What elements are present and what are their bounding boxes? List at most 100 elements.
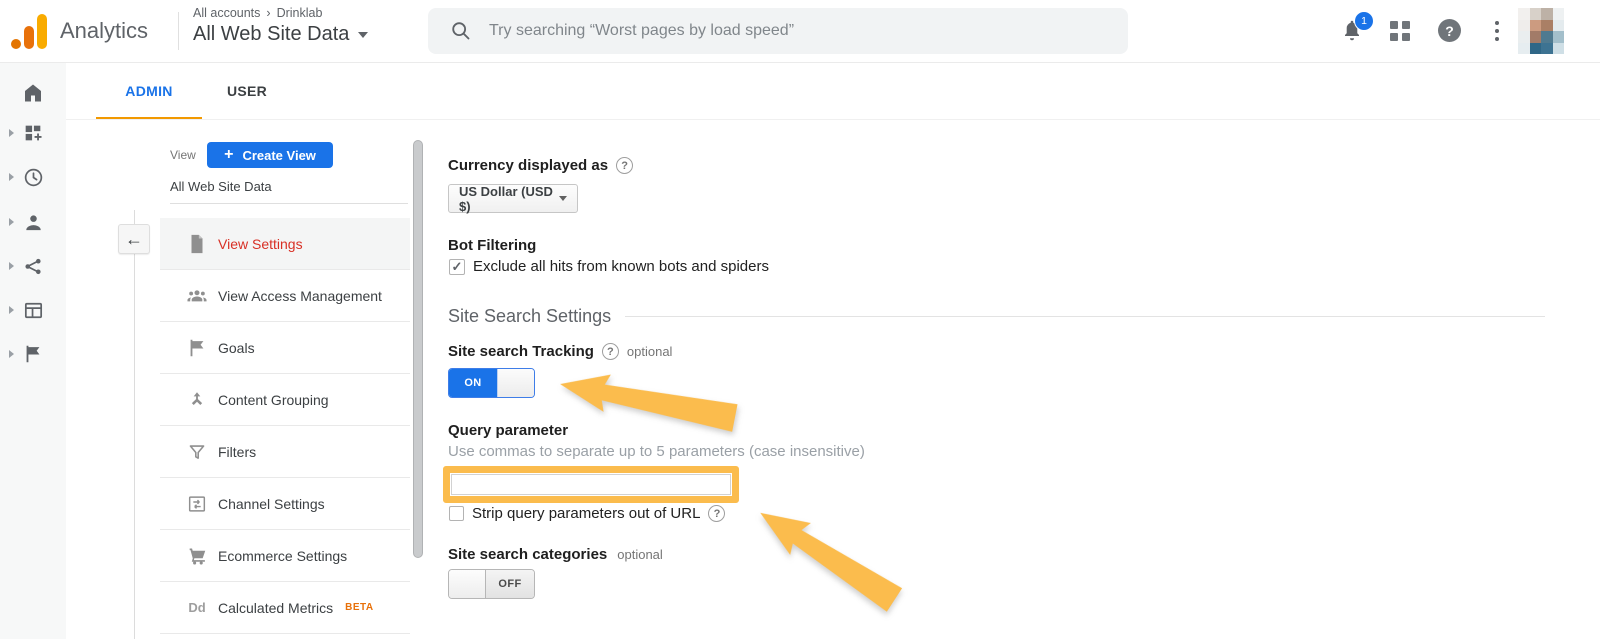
search-icon [450,20,472,42]
analytics-logo[interactable]: Analytics [10,12,148,50]
ga-admin-page: Analytics All accounts › Drinklab All We… [0,0,1600,639]
breadcrumb: All accounts › Drinklab All Web Site Dat… [193,6,368,46]
back-arrow-icon: ← [125,229,143,250]
section-divider-line [625,316,1545,317]
analytics-logo-icon [10,12,48,50]
breadcrumb-property[interactable]: Drinklab [277,6,323,20]
header-divider [178,12,179,50]
dropdown-caret-icon [559,196,567,201]
settings-menu-item[interactable]: Goals [160,322,410,374]
collapse-panel-button[interactable]: ← [118,224,150,254]
notification-badge: 1 [1354,11,1374,31]
sidebar-item-audience[interactable] [0,209,66,235]
bot-filtering-label: Bot Filtering [448,237,536,254]
help-icon[interactable]: ? [1438,19,1461,42]
settings-menu-item[interactable]: DdCalculated MetricsBETA [160,582,410,634]
toggle-off-label: OFF [486,570,534,598]
site-search-categories-toggle[interactable]: OFF [448,569,535,599]
query-parameter-input[interactable] [451,474,731,495]
tabbar-divider [66,119,1600,120]
sidebar-item-acquisition[interactable] [0,253,66,279]
settings-menu-item[interactable]: View Access Management [160,270,410,322]
settings-menu-item-label: Calculated Metrics [218,600,333,616]
acquisition-icon [22,255,45,278]
bot-filtering-checkbox-label: Exclude all hits from known bots and spi… [473,258,769,275]
currency-label: Currency displayed as [448,157,608,174]
bot-filtering-checkbox[interactable]: ✓ [449,259,465,275]
settings-menu-item[interactable]: View Settings [160,218,410,270]
sidebar-item-home[interactable] [0,80,66,106]
sidebar-item-customization[interactable] [0,120,66,146]
view-selector[interactable]: All Web Site Data [193,23,368,46]
view-column-label: View [170,148,196,162]
toggle-on-label: ON [449,369,497,397]
audience-icon [22,211,45,234]
settings-menu-item-label: Filters [218,444,256,460]
strip-query-label: Strip query parameters out of URL [472,505,700,522]
chevron-right-icon [9,173,14,181]
chevron-right-icon [9,129,14,137]
site-search-categories-label: Site search categories [448,546,607,563]
site-search-section: Site Search Settings [448,306,1545,327]
more-options-icon[interactable] [1488,21,1506,41]
tab-user[interactable]: USER [202,62,292,120]
panel-divider [170,203,408,204]
settings-menu-item-label: View Settings [218,236,303,252]
settings-menu-item[interactable]: Ecommerce Settings [160,530,410,582]
currency-selected-value: US Dollar (USD $) [459,184,559,214]
view-selector-label: All Web Site Data [193,23,349,46]
settings-menu-item-label: Content Grouping [218,392,329,408]
people-icon [186,285,208,307]
tab-user-label: USER [227,83,267,99]
query-parameter-label: Query parameter [448,422,568,439]
create-view-button[interactable]: + Create View [207,142,333,168]
breadcrumb-accounts[interactable]: All accounts [193,6,260,20]
annotation-arrow-tracking-toggle [555,361,740,447]
header-search-input[interactable] [487,21,1051,41]
settings-menu-item[interactable]: Filters [160,426,410,478]
header-search [428,8,1128,54]
optional-tag: optional [627,344,673,359]
customization-icon [22,122,44,144]
breadcrumb-separator: › [266,6,270,20]
strip-query-help-icon[interactable]: ? [708,505,725,522]
sidebar-item-conversions[interactable] [0,341,66,367]
settings-menu-item[interactable]: Content Grouping [160,374,410,426]
site-search-tracking-toggle[interactable]: ON [448,368,535,398]
settings-menu-item[interactable]: Channel Settings [160,478,410,530]
help-glyph: ? [1445,23,1454,39]
beta-badge: BETA [345,602,373,613]
product-name: Analytics [60,18,148,44]
home-icon [21,81,45,105]
toggle-knob [497,369,534,397]
currency-dropdown[interactable]: US Dollar (USD $) [448,184,578,213]
sidebar-item-behavior[interactable] [0,297,66,323]
settings-menu-item-label: Goals [218,340,255,356]
conversions-flag-icon [22,343,44,365]
notifications-bell-icon[interactable]: 1 [1340,17,1366,45]
cart-icon [186,545,208,567]
currency-help-icon[interactable]: ? [616,157,633,174]
chevron-right-icon [9,350,14,358]
site-search-tracking-help-icon[interactable]: ? [602,343,619,360]
strip-query-checkbox[interactable] [449,506,464,521]
tab-admin-label: ADMIN [125,83,172,99]
panel-scrollbar-thumb[interactable] [413,140,423,558]
toggle-knob [449,570,486,598]
avatar[interactable] [1518,8,1564,54]
query-parameter-highlight [443,466,739,503]
site-search-section-title: Site Search Settings [448,306,611,327]
plus-icon: + [224,146,233,164]
tab-admin[interactable]: ADMIN [96,62,202,120]
optional-tag: optional [617,547,663,562]
realtime-icon [22,166,45,189]
query-parameter-hint: Use commas to separate up to 5 parameter… [448,443,865,460]
goal-flag-icon [186,337,208,359]
document-icon [186,233,208,255]
settings-menu: View Settings View Access Management Goals… [160,218,410,634]
apps-grid-icon[interactable] [1390,21,1411,42]
chevron-right-icon [9,306,14,314]
channel-icon [186,493,208,515]
chevron-right-icon [9,218,14,226]
sidebar-item-realtime[interactable] [0,164,66,190]
